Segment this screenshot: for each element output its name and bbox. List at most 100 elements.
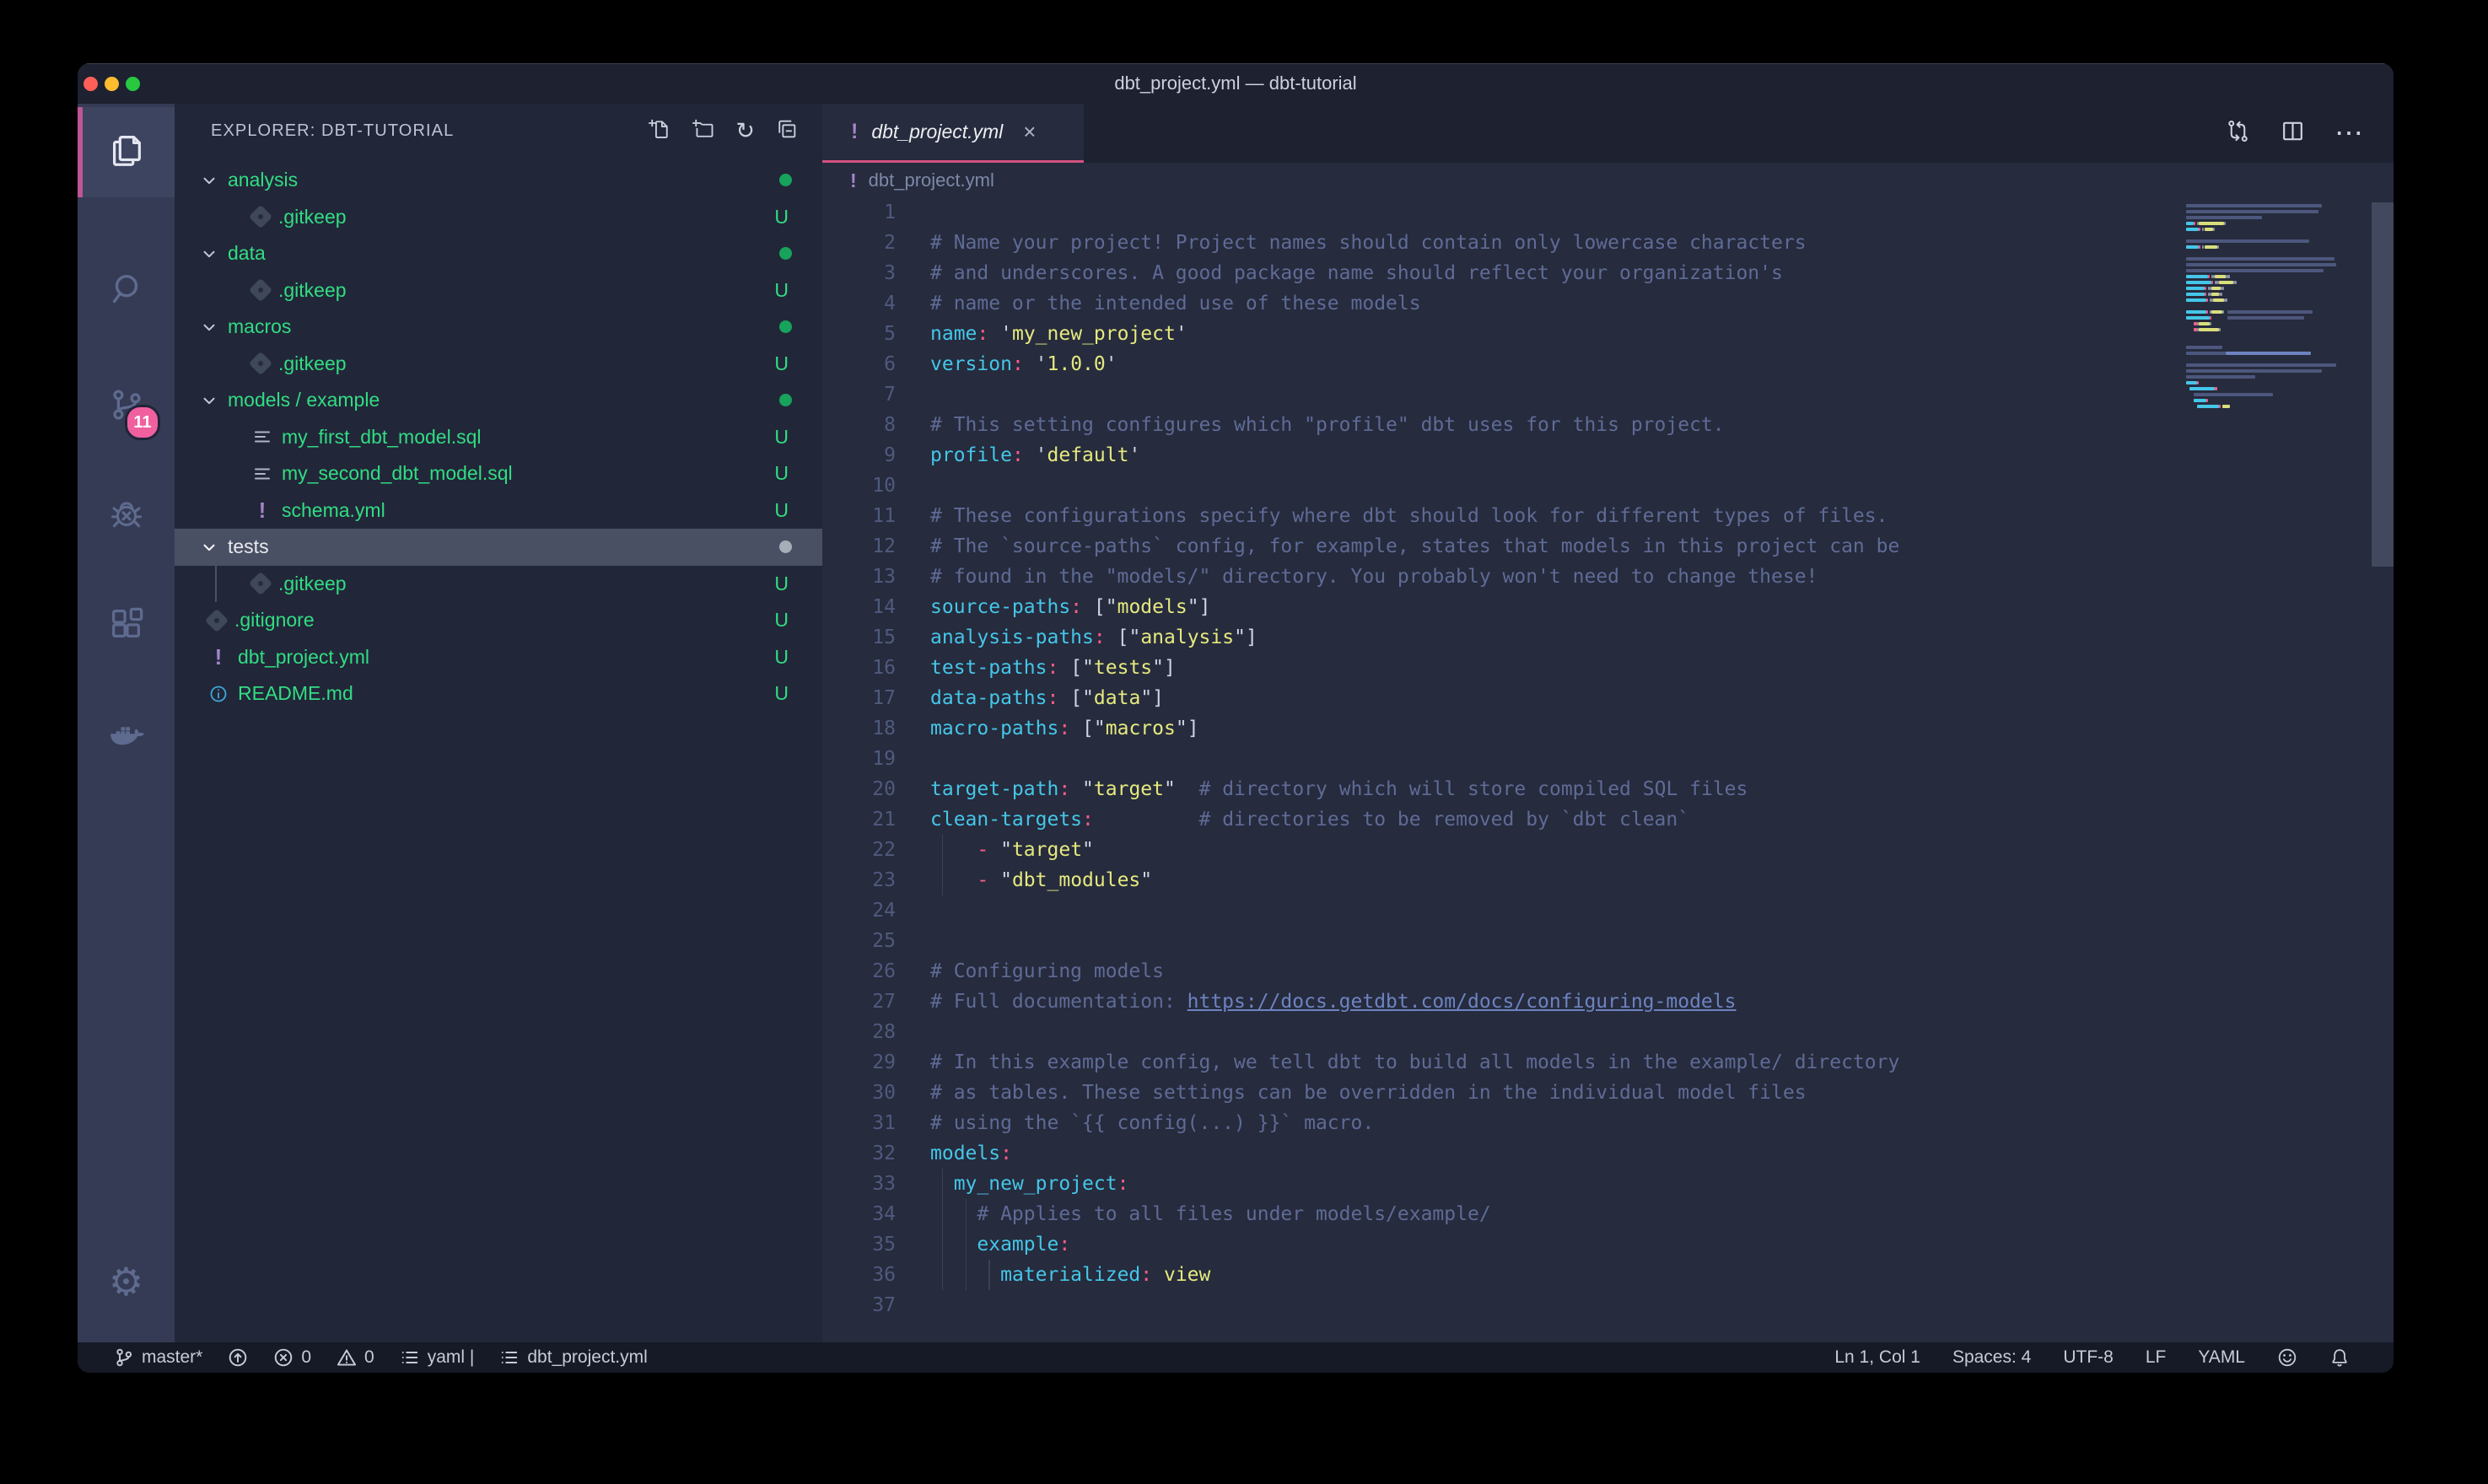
code-line-34[interactable]: 34 # Applies to all files under models/e…	[822, 1199, 2394, 1229]
code-token[interactable]: "	[1128, 626, 1140, 648]
code-line-12[interactable]: 12# The `source-paths` config, for examp…	[822, 531, 2394, 562]
status-cursor-position[interactable]: Ln 1, Col 1	[1834, 1347, 1920, 1368]
code-token[interactable]	[1024, 444, 1036, 466]
status-yaml-schema[interactable]: yaml |	[400, 1347, 475, 1368]
code-token[interactable]: target	[1094, 778, 1164, 800]
code-token[interactable]: "	[1176, 718, 1187, 739]
code-line-7[interactable]: 7	[822, 379, 2394, 410]
code-token[interactable]: :	[1082, 809, 1094, 831]
activity-explorer-button[interactable]	[78, 125, 175, 179]
open-changes-button[interactable]	[2225, 118, 2251, 148]
code-token[interactable]: models	[930, 1143, 1000, 1164]
code-token[interactable]: "	[1082, 839, 1094, 861]
code-line-1[interactable]: 1	[822, 198, 2394, 228]
code-token[interactable]	[930, 869, 977, 891]
code-token[interactable]: # The `source-paths` config, for example…	[930, 535, 1899, 557]
code-token[interactable]: :	[1012, 444, 1024, 466]
code-token[interactable]: :	[1058, 718, 1070, 739]
line-content[interactable]: analysis-paths: ["analysis"]	[930, 622, 1257, 653]
code-token[interactable]: # Applies to all files under models/exam…	[977, 1203, 1490, 1225]
code-line-17[interactable]: 17data-paths: ["data"]	[822, 683, 2394, 713]
line-content[interactable]: # Full documentation: https://docs.getdb…	[930, 987, 1736, 1017]
code-token[interactable]: "	[1164, 778, 1176, 800]
code-token[interactable]: clean-targets	[930, 809, 1082, 831]
tree-folder-data[interactable]: data	[175, 235, 822, 272]
code-token[interactable]: [	[1070, 657, 1082, 679]
code-line-18[interactable]: 18macro-paths: ["macros"]	[822, 713, 2394, 744]
code-token[interactable]: "	[1106, 596, 1117, 618]
status-feedback[interactable]	[2277, 1347, 2297, 1368]
scrollbar[interactable]	[2372, 202, 2394, 567]
code-token[interactable]: source-paths	[930, 596, 1070, 618]
code-token[interactable]: dbt_modules	[1012, 869, 1140, 891]
code-token[interactable]	[1070, 778, 1082, 800]
code-token[interactable]	[1058, 657, 1070, 679]
code-token[interactable]: '	[1128, 444, 1140, 466]
code-token[interactable]: [	[1094, 596, 1106, 618]
line-content[interactable]: macro-paths: ["macros"]	[930, 713, 1199, 744]
breadcrumb-file[interactable]: dbt_project.yml	[869, 169, 994, 191]
code-token[interactable]: data	[1094, 687, 1140, 709]
line-content[interactable]: name: 'my_new_project'	[930, 319, 1187, 349]
code-token[interactable]: '	[1036, 444, 1047, 466]
code-token[interactable]: :	[1047, 687, 1058, 709]
code-token[interactable]: version	[930, 353, 1012, 375]
activity-settings-button[interactable]: ⚙	[78, 1255, 175, 1309]
code-token[interactable]: my_new_project	[954, 1173, 1117, 1195]
status-eol[interactable]: LF	[2146, 1347, 2167, 1368]
line-content[interactable]: - "target"	[930, 835, 1094, 865]
code-token[interactable]: https://docs.getdbt.com/docs/configuring…	[1187, 991, 1737, 1013]
line-content[interactable]: models:	[930, 1138, 1012, 1169]
code-token[interactable]: "	[1082, 778, 1094, 800]
more-actions-button[interactable]: ⋯	[2335, 119, 2363, 148]
zoom-window-button[interactable]	[126, 77, 140, 91]
code-token[interactable]: materialized	[1000, 1264, 1140, 1286]
code-token[interactable]: target-path	[930, 778, 1058, 800]
code-token[interactable]: # Name your project! Project names shoul…	[930, 232, 1807, 254]
tree-file--gitkeep[interactable]: .gitkeepU	[175, 566, 822, 603]
code-token[interactable]: -	[977, 839, 1000, 861]
code-line-11[interactable]: 11# These configurations specify where d…	[822, 501, 2394, 531]
code-token[interactable]: :	[977, 323, 988, 345]
code-token[interactable]: # This setting configures which "profile…	[930, 414, 1725, 436]
breadcrumb[interactable]: ! dbt_project.yml	[822, 163, 2394, 198]
code-token[interactable]: target	[1012, 839, 1082, 861]
code-token[interactable]: my_new_project	[1012, 323, 1176, 345]
line-content[interactable]: - "dbt_modules"	[930, 865, 1152, 895]
activity-docker-button[interactable]	[78, 708, 175, 762]
code-line-33[interactable]: 33 my_new_project:	[822, 1169, 2394, 1199]
code-token[interactable]: data-paths	[930, 687, 1047, 709]
code-token[interactable]	[1082, 596, 1094, 618]
code-token[interactable]: # using the `{{ config(...) }}` macro.	[930, 1112, 1374, 1134]
code-line-3[interactable]: 3# and underscores. A good package name …	[822, 258, 2394, 288]
line-content[interactable]: source-paths: ["models"]	[930, 592, 1210, 622]
code-token[interactable]: profile	[930, 444, 1012, 466]
code-token[interactable]: example	[977, 1234, 1058, 1255]
code-token[interactable]	[930, 839, 977, 861]
code-token[interactable]: "	[1152, 657, 1164, 679]
code-token[interactable]: '	[1000, 323, 1012, 345]
tree-folder-analysis[interactable]: analysis	[175, 162, 822, 199]
code-line-20[interactable]: 20target-path: "target" # directory whic…	[822, 774, 2394, 804]
activity-search-button[interactable]	[78, 264, 175, 318]
status-notifications[interactable]	[2329, 1347, 2350, 1368]
line-content[interactable]: # In this example config, we tell dbt to…	[930, 1047, 1899, 1078]
code-token[interactable]: "	[1000, 839, 1012, 861]
code-token[interactable]: # These configurations specify where dbt…	[930, 505, 1888, 527]
code-line-22[interactable]: 22 - "target"	[822, 835, 2394, 865]
code-token[interactable]: "	[1082, 657, 1094, 679]
tree-file-readme-md[interactable]: README.mdU	[175, 675, 822, 712]
code-token[interactable]: # directories to be removed by `dbt clea…	[1199, 809, 1690, 831]
code-token[interactable]: :	[1058, 778, 1070, 800]
code-line-27[interactable]: 27# Full documentation: https://docs.get…	[822, 987, 2394, 1017]
code-line-19[interactable]: 19	[822, 744, 2394, 774]
code-line-23[interactable]: 23 - "dbt_modules"	[822, 865, 2394, 895]
split-editor-button[interactable]	[2280, 118, 2306, 148]
code-token[interactable]: :	[1140, 1264, 1152, 1286]
code-token[interactable]: '	[1036, 353, 1047, 375]
code-token[interactable]: "	[1000, 869, 1012, 891]
line-content[interactable]: clean-targets: # directories to be remov…	[930, 804, 1689, 835]
code-token[interactable]: :	[1000, 1143, 1012, 1164]
code-token[interactable]: -	[977, 869, 1000, 891]
code-token[interactable]	[1152, 1264, 1164, 1286]
